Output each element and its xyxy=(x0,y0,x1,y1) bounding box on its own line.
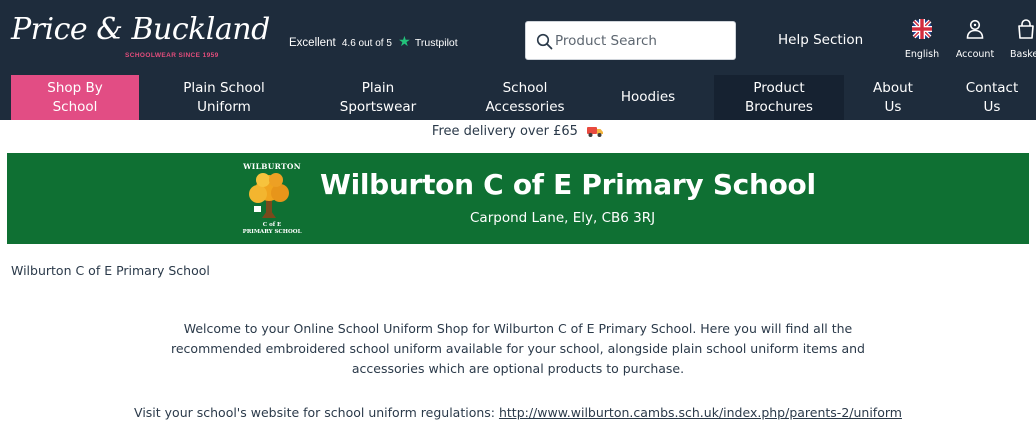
truck-icon xyxy=(587,127,604,137)
delivery-banner: Free delivery over £65 xyxy=(0,124,1036,148)
nav-label-line1: Plain School xyxy=(183,79,265,96)
nav-label-line1: Contact xyxy=(965,79,1019,96)
nav-label-line2: Us xyxy=(983,98,1001,115)
crest-title: WILBURTON xyxy=(243,162,301,171)
school-website-link[interactable]: http://www.wilburton.cambs.sch.uk/index.… xyxy=(499,405,902,420)
language-selector[interactable]: English xyxy=(903,18,941,60)
nav-label-line2: Us xyxy=(884,98,902,115)
nav-plain-school-uniform[interactable]: Plain School Uniform xyxy=(165,75,283,120)
language-label: English xyxy=(904,49,940,60)
trustpilot-star-icon: ★ xyxy=(398,33,411,49)
help-section-link[interactable]: Help Section xyxy=(778,32,863,48)
nav-label-line1: Plain xyxy=(361,79,395,96)
nav-label-line2: Brochures xyxy=(745,98,813,115)
nav-label-line1: Hoodies xyxy=(620,89,676,105)
crest-sub-line2: PRIMARY SCHOOL xyxy=(242,229,302,235)
nav-contact-us[interactable]: Contact Us xyxy=(952,75,1032,120)
breadcrumb[interactable]: Wilburton C of E Primary School xyxy=(11,263,210,278)
uniform-regulations-line: Visit your school's website for school u… xyxy=(0,405,1036,420)
search-icon xyxy=(536,33,553,50)
account-link[interactable]: Account xyxy=(952,18,998,60)
school-address: Carpond Lane, Ely, CB6 3RJ xyxy=(470,210,656,226)
basket-label: Basket xyxy=(1009,49,1036,60)
regulations-prefix: Visit your school's website for school u… xyxy=(134,405,499,420)
basket-icon xyxy=(1018,19,1034,39)
trustpilot-widget[interactable]: Excellent 4.6 out of 5 ★ Trustpilot xyxy=(289,33,458,50)
nav-label-line1: Product xyxy=(753,79,805,96)
nav-label-line1: School xyxy=(502,79,548,96)
nav-label-line1: About xyxy=(873,79,913,96)
logo-wordmark: Price & Buckland xyxy=(11,12,270,47)
site-logo[interactable]: Price & Buckland SCHOOLWEAR SINCE 1959 xyxy=(11,12,270,62)
school-crest: WILBURTON C of E PRIMARY SCHOOL xyxy=(232,160,312,238)
nav-label-line1: Shop By xyxy=(47,79,103,96)
trustpilot-rating-word: Excellent xyxy=(289,37,336,49)
main-navigation: Shop By School Plain School Uniform Plai… xyxy=(0,75,1036,120)
trustpilot-score: 4.6 out of 5 xyxy=(341,38,392,49)
nav-label-line2: Sportswear xyxy=(339,98,417,115)
account-icon xyxy=(966,19,984,39)
nav-label-line2: Uniform xyxy=(197,98,251,115)
intro-paragraph: Welcome to your Online School Uniform Sh… xyxy=(171,321,865,376)
search-input[interactable] xyxy=(555,29,730,53)
basket-link[interactable]: Basket xyxy=(1006,18,1036,60)
school-banner: WILBURTON C of E PRIMARY SCHOOL Wilburto… xyxy=(7,153,1029,244)
logo-tagline: SCHOOLWEAR SINCE 1959 xyxy=(125,52,219,59)
nav-plain-sportswear[interactable]: Plain Sportswear xyxy=(320,75,436,120)
crest-sub-line1: C of E xyxy=(262,222,282,228)
trustpilot-brand: Trustpilot xyxy=(414,37,458,49)
nav-label-line2: School xyxy=(52,98,98,115)
nav-shop-by-school[interactable]: Shop By School xyxy=(11,75,139,120)
nav-school-accessories[interactable]: School Accessories xyxy=(466,75,584,120)
school-name-heading: Wilburton C of E Primary School xyxy=(320,168,816,201)
crest-subtitle: C of E PRIMARY SCHOOL xyxy=(232,222,312,236)
nav-product-brochures[interactable]: Product Brochures xyxy=(714,75,844,120)
nav-about-us[interactable]: About Us xyxy=(858,75,928,120)
product-search[interactable] xyxy=(525,21,736,60)
uk-flag-icon xyxy=(912,19,932,39)
account-label: Account xyxy=(955,49,995,60)
nav-hoodies[interactable]: Hoodies xyxy=(600,75,696,120)
site-header: Price & Buckland SCHOOLWEAR SINCE 1959 E… xyxy=(0,0,1036,75)
nav-label-line2: Accessories xyxy=(485,98,565,115)
delivery-text: Free delivery over £65 xyxy=(431,124,578,139)
